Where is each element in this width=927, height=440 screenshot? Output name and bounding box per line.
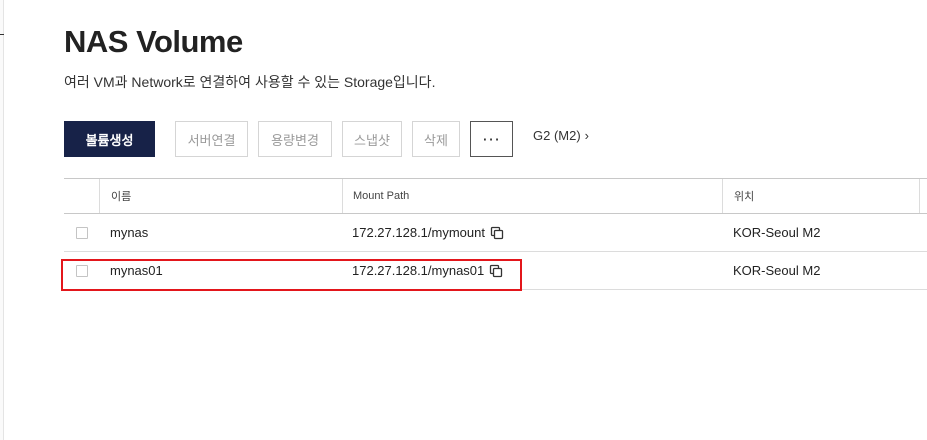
page-description: 여러 VM과 Network로 연결하여 사용할 수 있는 Storage입니다… xyxy=(64,74,436,90)
volume-table: 이름 Mount Path 위치 mynas 172.27.128.1/mymo… xyxy=(64,178,927,290)
left-rail xyxy=(0,0,4,440)
row-checkbox-cell xyxy=(64,214,99,251)
column-header-mount-path[interactable]: Mount Path xyxy=(342,179,722,213)
column-header-name[interactable]: 이름 xyxy=(99,179,342,213)
region-label: G2 (M2) xyxy=(533,128,581,143)
page-title: NAS Volume xyxy=(64,24,243,59)
copy-icon[interactable] xyxy=(490,226,504,240)
mount-path: 172.27.128.1/mynas01 xyxy=(352,263,485,278)
row-checkbox[interactable] xyxy=(75,226,88,239)
copy-icon[interactable] xyxy=(489,264,503,278)
mount-path-cell: 172.27.128.1/mymount xyxy=(342,214,722,251)
resize-button[interactable]: 용량변경 xyxy=(258,121,332,157)
row-checkbox[interactable] xyxy=(75,264,88,277)
row-checkbox-cell xyxy=(64,252,99,289)
table-header: 이름 Mount Path 위치 xyxy=(64,178,927,214)
mount-path-cell: 172.27.128.1/mynas01 xyxy=(342,252,722,289)
column-header-location[interactable]: 위치 xyxy=(722,179,920,213)
snapshot-button[interactable]: 스냅샷 xyxy=(342,121,402,157)
column-header-end xyxy=(919,179,927,213)
chevron-right-icon: › xyxy=(584,128,590,143)
mount-path: 172.27.128.1/mymount xyxy=(352,225,485,240)
connect-server-button[interactable]: 서버연결 xyxy=(175,121,248,157)
volume-name: mynas01 xyxy=(110,263,163,278)
volume-name: mynas xyxy=(110,225,149,240)
header-checkbox-cell xyxy=(64,179,99,213)
location: KOR-Seoul M2 xyxy=(733,263,821,278)
create-volume-button[interactable]: 볼륨생성 xyxy=(64,121,155,157)
more-button[interactable]: ··· xyxy=(470,121,513,157)
table-row[interactable]: mynas 172.27.128.1/mymount KOR-Seoul M2 xyxy=(64,214,927,252)
table-row[interactable]: mynas01 172.27.128.1/mynas01 KOR-Seoul M… xyxy=(64,252,927,290)
left-rail-mark xyxy=(0,34,4,35)
location: KOR-Seoul M2 xyxy=(733,225,821,240)
delete-button[interactable]: 삭제 xyxy=(412,121,460,157)
region-selector[interactable]: G2 (M2) › xyxy=(533,128,589,143)
